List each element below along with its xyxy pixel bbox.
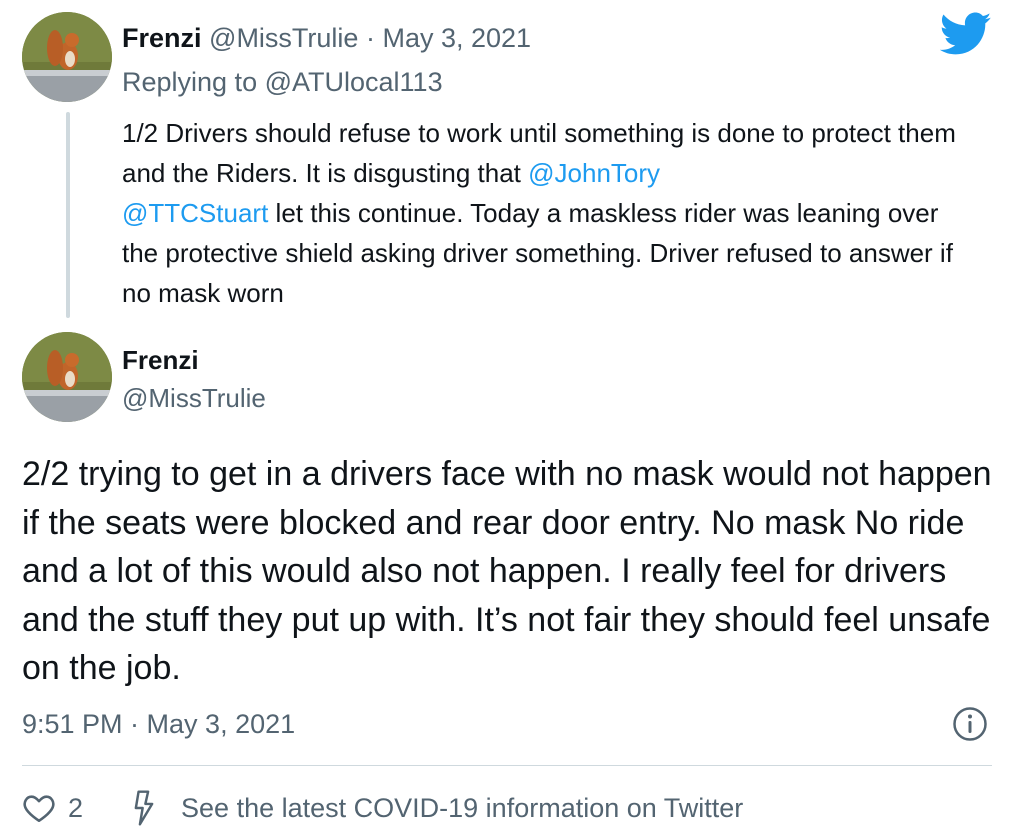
- thread-connector-line: [66, 112, 70, 318]
- tweet-actions: 2 See the latest COVID-19 information on…: [22, 786, 743, 830]
- covid-info-link[interactable]: See the latest COVID-19 information on T…: [181, 793, 743, 824]
- parent-tweet-text: 1/2 Drivers should refuse to work until …: [122, 113, 972, 313]
- main-avatar[interactable]: [22, 332, 112, 422]
- replying-to-prefix: Replying to: [122, 67, 258, 97]
- parent-tweet-header: Frenzi @MissTrulie · May 3, 2021: [122, 20, 531, 56]
- squirrel-avatar-image: [22, 12, 112, 102]
- info-icon[interactable]: [952, 706, 988, 742]
- header-separator: ·: [365, 23, 375, 53]
- heart-icon[interactable]: [22, 791, 56, 825]
- lightning-icon[interactable]: [127, 789, 161, 827]
- main-handle[interactable]: @MissTrulie: [122, 381, 266, 415]
- twitter-bird-icon[interactable]: [939, 12, 992, 56]
- parent-handle[interactable]: @MissTrulie: [209, 23, 358, 53]
- parent-date[interactable]: May 3, 2021: [382, 23, 531, 53]
- mention-johntory[interactable]: @JohnTory: [528, 158, 660, 188]
- like-count[interactable]: 2: [68, 793, 83, 824]
- parent-avatar[interactable]: [22, 12, 112, 102]
- mention-ttcstuart[interactable]: @TTCStuart: [122, 198, 268, 228]
- replying-to-line: Replying to @ATUlocal113: [122, 64, 443, 100]
- parent-display-name[interactable]: Frenzi: [122, 23, 202, 53]
- replying-to-mention[interactable]: @ATUlocal113: [265, 67, 443, 97]
- main-display-name[interactable]: Frenzi: [122, 343, 199, 377]
- squirrel-avatar-image: [22, 332, 112, 422]
- divider: [22, 765, 992, 766]
- main-tweet-text: 2/2 trying to get in a drivers face with…: [22, 455, 992, 687]
- tweet-timestamp[interactable]: 9:51 PM · May 3, 2021: [22, 706, 295, 742]
